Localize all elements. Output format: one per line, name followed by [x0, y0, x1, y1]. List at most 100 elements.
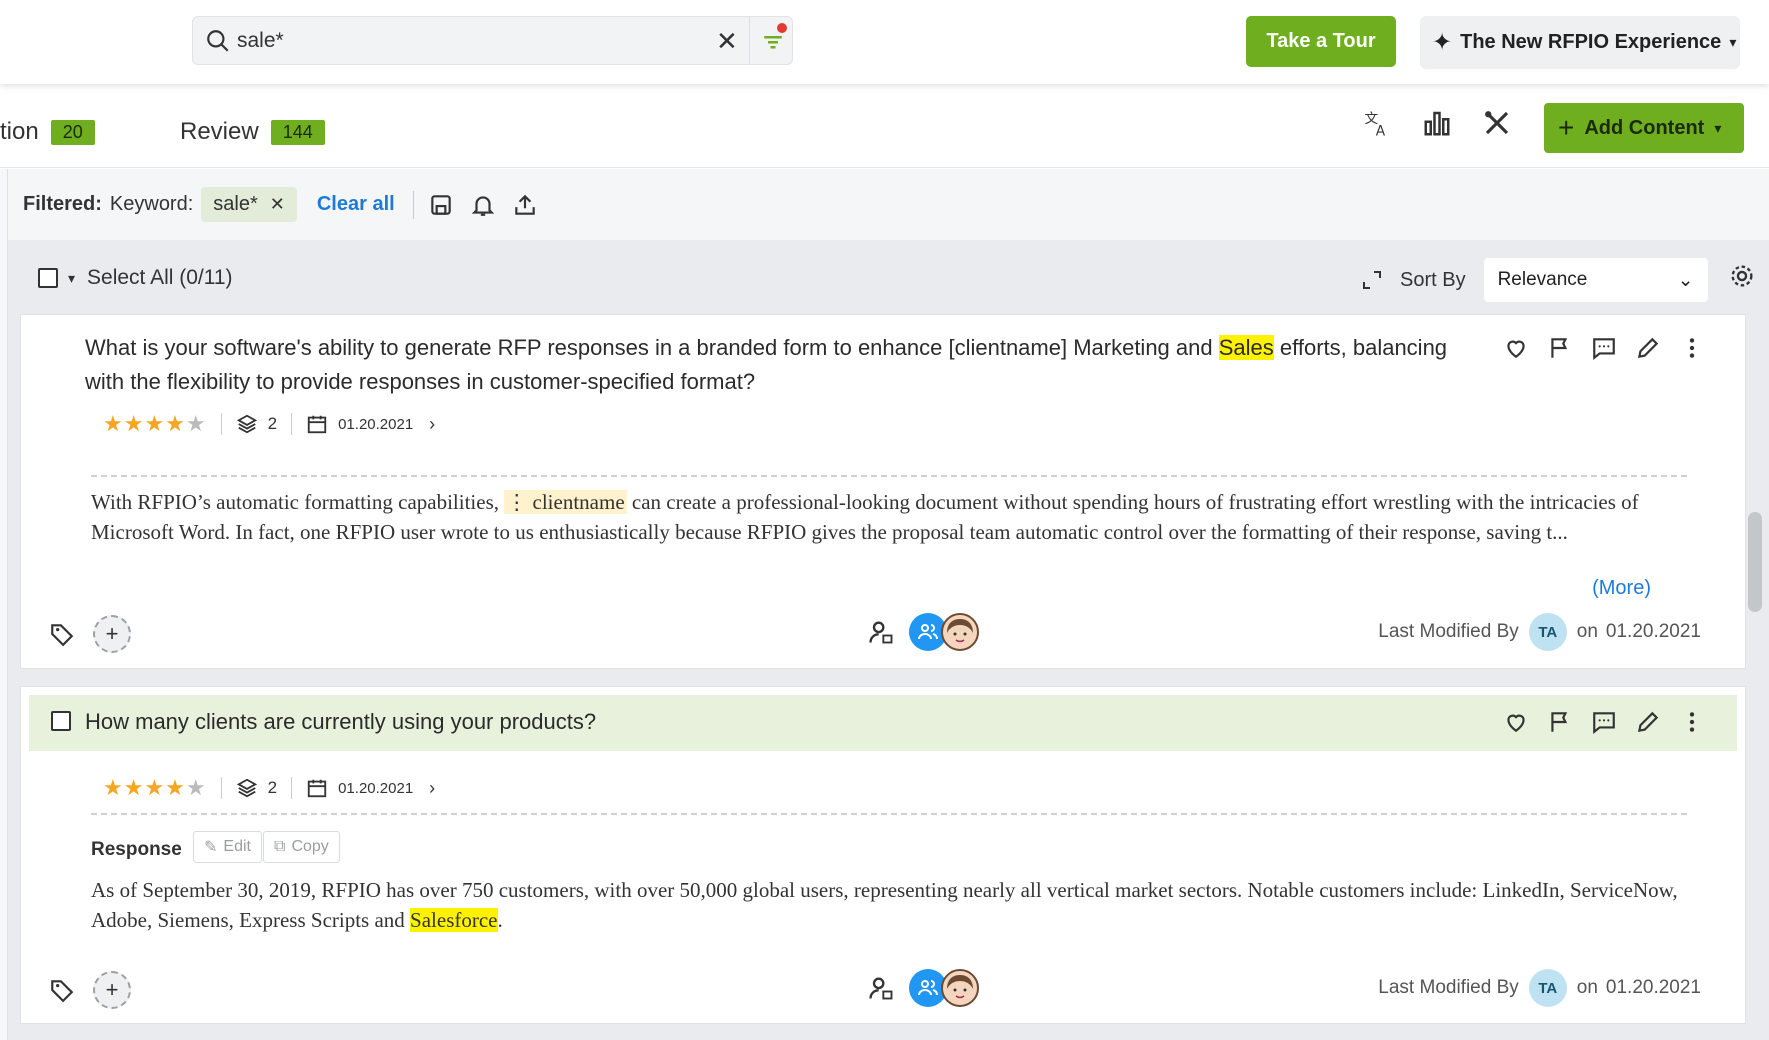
- chevron-down-icon[interactable]: ▾: [68, 270, 75, 287]
- more-options-icon[interactable]: [1679, 335, 1705, 361]
- card-date: 01.20.2021: [338, 415, 414, 433]
- avatar: TA: [1528, 613, 1567, 651]
- last-modified-label: Last Modified By: [1378, 621, 1519, 642]
- modified-date: 01.20.2021: [1605, 977, 1701, 998]
- clear-search-icon[interactable]: ✕: [716, 27, 740, 55]
- team-icon: [918, 980, 938, 996]
- comment-icon[interactable]: [1591, 709, 1617, 735]
- question-title[interactable]: How many clients are currently using you…: [85, 705, 1455, 739]
- tab-label: tion: [0, 118, 39, 145]
- card-checkbox[interactable]: [51, 711, 71, 731]
- plus-icon: +: [1558, 112, 1575, 143]
- layers-icon: [236, 414, 257, 434]
- edit-label: Edit: [223, 838, 251, 855]
- list-toolbar: ▾ Select All (0/11) Sort By Relevance ⌄: [8, 240, 1758, 314]
- calendar-icon: [307, 779, 327, 798]
- content-card: What is your software's ability to gener…: [20, 314, 1746, 669]
- answer-text: With RFPIO’s automatic formatting capabi…: [91, 487, 1691, 547]
- variable-name: clientname: [532, 490, 625, 514]
- question-title[interactable]: What is your software's ability to gener…: [85, 331, 1455, 399]
- tab-collaboration[interactable]: tion 20: [0, 118, 95, 146]
- keyword-chip-value: sale*: [213, 193, 258, 215]
- heart-icon[interactable]: [1503, 335, 1529, 361]
- card-meta: ★★★★★ 2 01.20.2021 ›: [103, 411, 435, 437]
- bar-chart-icon[interactable]: [1422, 108, 1452, 138]
- remove-chip-icon[interactable]: ✕: [270, 194, 285, 215]
- filter-active-dot: [777, 23, 787, 33]
- divider: [749, 17, 750, 64]
- sort-value: Relevance: [1497, 269, 1588, 290]
- tab-review[interactable]: Review 144: [180, 118, 325, 146]
- left-panel-edge: [0, 169, 8, 1040]
- flag-icon[interactable]: [1547, 709, 1573, 735]
- edit-button[interactable]: ✎ Edit: [193, 831, 262, 863]
- layers-icon: [236, 778, 257, 798]
- tools-icon[interactable]: [1482, 108, 1512, 138]
- clear-all-link[interactable]: Clear all: [317, 193, 395, 216]
- more-options-icon[interactable]: [1679, 709, 1705, 735]
- search-icon: [207, 30, 229, 52]
- chevron-right-icon[interactable]: ›: [429, 414, 435, 435]
- svg-text:A: A: [1376, 124, 1386, 139]
- translate-icon[interactable]: 文A: [1362, 108, 1392, 138]
- calendar-icon: [307, 415, 327, 434]
- new-experience-label: The New RFPIO Experience: [1460, 31, 1722, 53]
- divider: [220, 777, 222, 799]
- assignees: [867, 969, 979, 1007]
- last-modified: Last Modified By TA on 01.20.2021: [1378, 613, 1701, 651]
- divider: [291, 777, 293, 799]
- filter-bar: Filtered: Keyword: sale* ✕ Clear all: [8, 169, 1769, 240]
- top-bar: sale* ✕ Take a Tour ✦ The New RFPIO Expe…: [0, 0, 1769, 84]
- copy-icon: ⧉: [274, 838, 286, 855]
- chevron-down-icon: ▾: [1729, 34, 1737, 50]
- version-count: 2: [267, 414, 278, 433]
- save-icon[interactable]: [428, 192, 454, 218]
- chevron-right-icon[interactable]: ›: [429, 778, 435, 799]
- select-all-label: Select All (0/11): [87, 266, 233, 289]
- comment-icon[interactable]: [1591, 335, 1617, 361]
- search-bar[interactable]: sale* ✕: [192, 16, 793, 65]
- tag-icon[interactable]: [49, 621, 75, 647]
- scrollbar-thumb[interactable]: [1748, 512, 1762, 612]
- highlighted-term: Sales: [1218, 335, 1274, 360]
- copy-button[interactable]: ⧉ Copy: [263, 831, 340, 863]
- edit-icon[interactable]: [1635, 335, 1661, 361]
- flag-icon[interactable]: [1547, 335, 1573, 361]
- card-meta: ★★★★★ 2 01.20.2021 ›: [103, 775, 435, 801]
- gear-icon[interactable]: [1728, 262, 1756, 290]
- select-all-checkbox[interactable]: [38, 268, 58, 288]
- search-input[interactable]: sale*: [237, 29, 284, 53]
- on-label: on: [1576, 977, 1598, 998]
- card-date: 01.20.2021: [338, 779, 414, 797]
- version-count: 2: [267, 778, 278, 797]
- add-tag-button[interactable]: +: [93, 615, 131, 653]
- user-avatar[interactable]: [941, 969, 979, 1007]
- add-tag-button[interactable]: +: [93, 971, 131, 1009]
- sort-select[interactable]: Relevance ⌄: [1483, 258, 1708, 302]
- divider: [220, 413, 222, 435]
- user-avatar[interactable]: [941, 613, 979, 651]
- select-all-control[interactable]: ▾ Select All (0/11): [38, 266, 233, 290]
- assign-user-icon[interactable]: [867, 618, 895, 646]
- add-content-button[interactable]: + Add Content ▾: [1544, 103, 1744, 153]
- export-icon[interactable]: [512, 192, 538, 218]
- edit-icon[interactable]: [1635, 709, 1661, 735]
- heart-icon[interactable]: [1503, 709, 1529, 735]
- assignees: [867, 613, 979, 651]
- face-icon: [947, 619, 973, 643]
- divider: [291, 413, 293, 435]
- more-link[interactable]: (More): [1592, 577, 1651, 600]
- bell-icon[interactable]: [470, 192, 496, 218]
- new-experience-dropdown[interactable]: ✦ The New RFPIO Experience ▾: [1420, 16, 1740, 69]
- answer-fragment: With RFPIO’s automatic formatting capabi…: [91, 490, 505, 514]
- response-label: Response: [91, 839, 182, 860]
- sort-control: Sort By Relevance ⌄: [1360, 258, 1708, 302]
- copy-label: Copy: [291, 838, 329, 855]
- variable-tag: ⋮ clientname: [504, 490, 627, 514]
- take-a-tour-button[interactable]: Take a Tour: [1246, 16, 1396, 67]
- tag-icon[interactable]: [49, 977, 75, 1003]
- assign-user-icon[interactable]: [867, 974, 895, 1002]
- sparkle-icon: ✦: [1432, 29, 1453, 56]
- card-actions: [1503, 709, 1705, 735]
- expand-icon[interactable]: [1360, 268, 1384, 292]
